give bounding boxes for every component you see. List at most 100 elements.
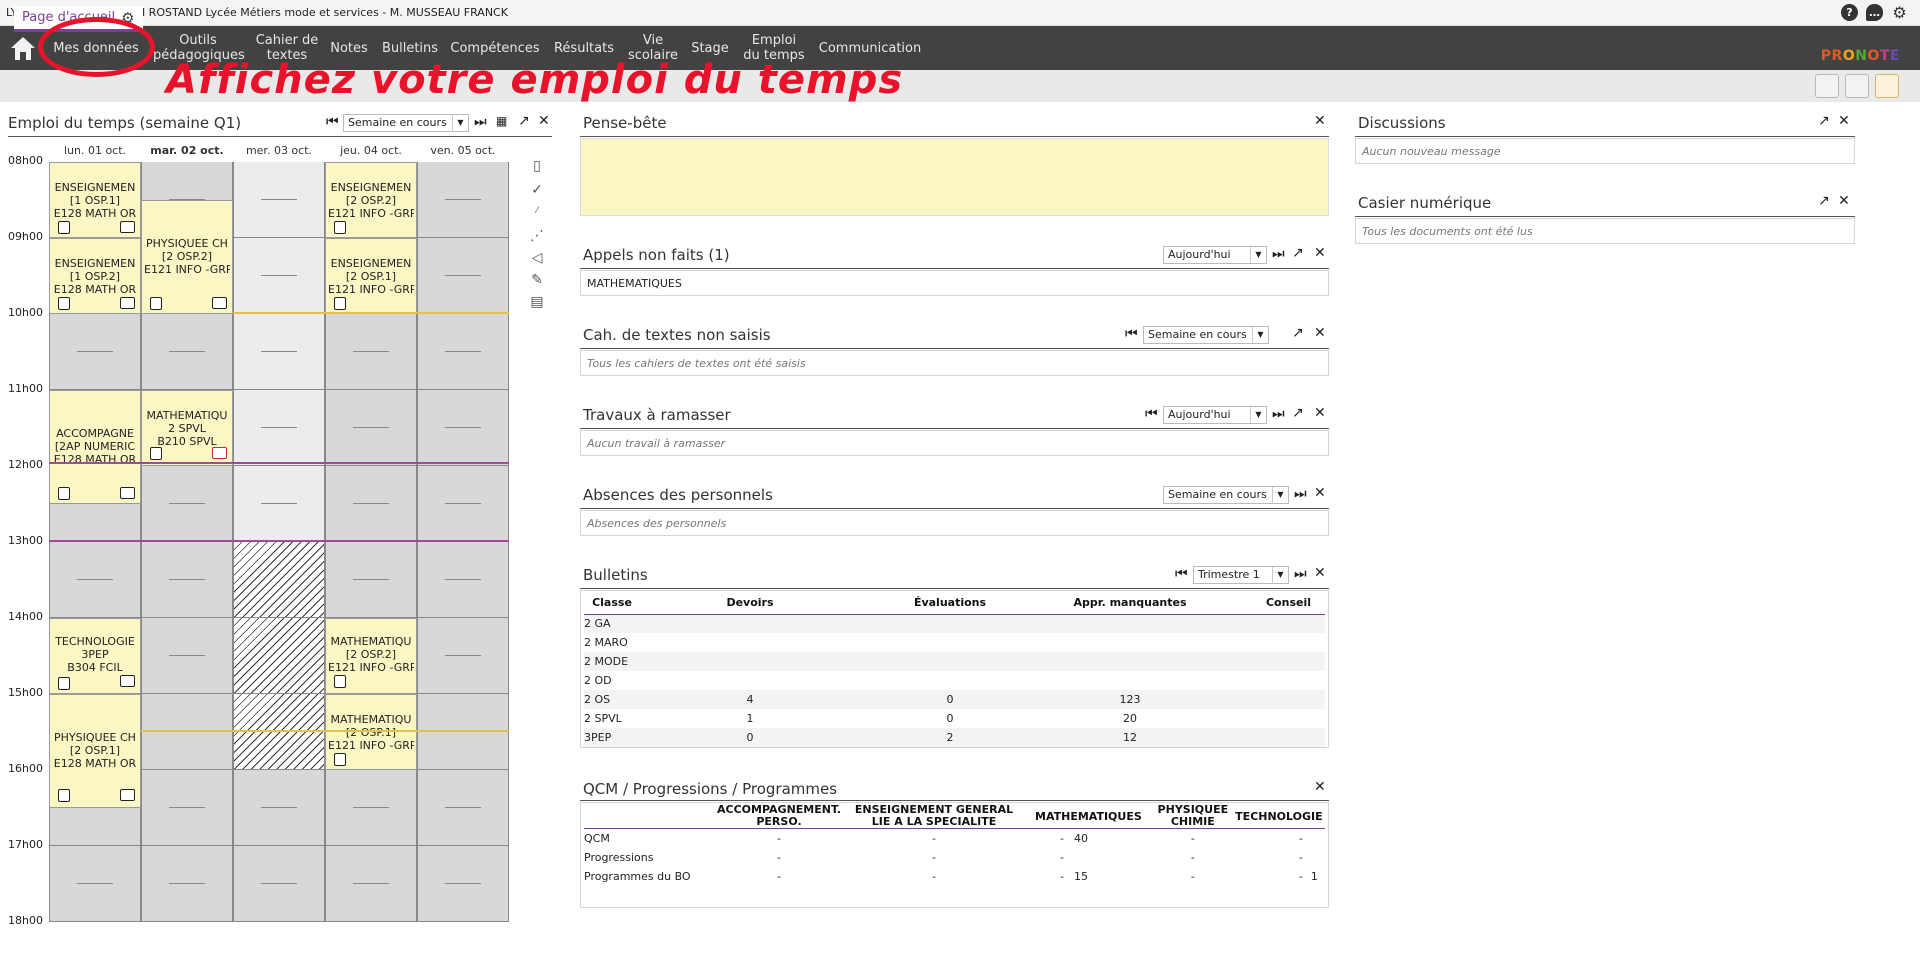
week-select[interactable]: Semaine en cours ▼ bbox=[343, 114, 469, 132]
time-slot[interactable] bbox=[142, 846, 232, 922]
time-slot[interactable] bbox=[234, 542, 324, 618]
help-icon[interactable]: ? bbox=[1841, 4, 1858, 21]
link-tool-icon[interactable]: ⋰ bbox=[528, 228, 546, 244]
close-icon[interactable]: ✕ bbox=[1314, 113, 1326, 129]
label-tool-icon[interactable]: ◁ bbox=[528, 250, 546, 266]
time-slot[interactable] bbox=[418, 390, 508, 466]
time-slot[interactable] bbox=[142, 694, 232, 770]
time-slot[interactable] bbox=[234, 390, 324, 466]
time-slot[interactable] bbox=[234, 466, 324, 542]
cahiers-week-select[interactable]: Semaine en cours ▼ bbox=[1143, 326, 1269, 344]
course-card[interactable]: MATHEMATIQU [2 OSP.1] E121 INFO -GRP bbox=[325, 694, 417, 770]
document-tool-icon[interactable]: ▯ bbox=[528, 158, 546, 174]
time-slot[interactable] bbox=[142, 542, 232, 618]
edit-tool-icon[interactable]: ✎ bbox=[528, 272, 546, 288]
close-icon[interactable]: ✕ bbox=[1838, 113, 1850, 129]
document-icon[interactable] bbox=[334, 221, 346, 234]
time-slot[interactable] bbox=[234, 162, 324, 238]
close-icon[interactable]: ✕ bbox=[1314, 325, 1326, 341]
time-slot[interactable] bbox=[142, 314, 232, 390]
save-icon[interactable] bbox=[1815, 74, 1839, 98]
bulletins-term-select[interactable]: Trimestre 1 ▼ bbox=[1193, 566, 1289, 584]
course-card[interactable]: TECHNOLOGIE 3PEP B304 FCIL bbox=[49, 618, 141, 694]
document-icon[interactable] bbox=[150, 447, 162, 460]
time-slot[interactable] bbox=[418, 466, 508, 542]
table-row[interactable]: 2 SPVL 1 0 20 bbox=[584, 709, 1325, 728]
homework-icon[interactable] bbox=[120, 221, 135, 233]
comment-tool-icon[interactable]: ✓ bbox=[528, 182, 546, 198]
appels-day-select[interactable]: Aujourd'hui ▼ bbox=[1163, 246, 1267, 264]
time-slot[interactable] bbox=[234, 770, 324, 846]
time-slot[interactable] bbox=[234, 314, 324, 390]
course-card[interactable]: ENSEIGNEMEN [1 OSP.1] E128 MATH OR bbox=[49, 162, 141, 238]
homework-icon[interactable] bbox=[212, 297, 227, 309]
document-icon[interactable] bbox=[58, 789, 70, 802]
course-card[interactable]: MATHEMATIQU 2 SPVL B210 SPVL bbox=[141, 390, 233, 466]
expand-icon[interactable]: ↗ bbox=[1292, 405, 1304, 421]
time-slot[interactable] bbox=[326, 314, 416, 390]
grade-tool-icon[interactable]: ⁄ bbox=[528, 206, 546, 222]
homework-icon[interactable] bbox=[120, 297, 135, 309]
table-row[interactable]: 2 MARO bbox=[584, 633, 1325, 652]
time-slot[interactable] bbox=[142, 618, 232, 694]
next-week-button[interactable]: ⏭ bbox=[474, 114, 487, 130]
expand-icon[interactable]: ↗ bbox=[1292, 245, 1304, 261]
close-icon[interactable]: ✕ bbox=[1314, 405, 1326, 421]
next-day-button[interactable]: ⏭ bbox=[1272, 406, 1285, 422]
home-icon[interactable] bbox=[8, 34, 38, 62]
time-slot[interactable] bbox=[418, 618, 508, 694]
print-tool-icon[interactable]: ▤ bbox=[528, 294, 546, 310]
time-slot[interactable] bbox=[50, 542, 140, 618]
previous-day-button[interactable]: ⏮ bbox=[1145, 406, 1158, 422]
document-icon[interactable] bbox=[334, 297, 346, 310]
course-card[interactable]: ENSEIGNEMEN [2 OSP.2] E121 INFO -GRP bbox=[325, 162, 417, 238]
travaux-day-select[interactable]: Aujourd'hui ▼ bbox=[1163, 406, 1267, 424]
time-slot[interactable] bbox=[326, 846, 416, 922]
close-icon[interactable]: ✕ bbox=[1314, 485, 1326, 501]
document-icon[interactable] bbox=[58, 487, 70, 500]
time-slot[interactable] bbox=[142, 770, 232, 846]
course-card[interactable]: ENSEIGNEMEN [1 OSP.2] E128 MATH OR bbox=[49, 238, 141, 314]
time-slot[interactable] bbox=[418, 846, 508, 922]
chat-icon[interactable]: … bbox=[1866, 4, 1883, 21]
time-slot[interactable] bbox=[418, 770, 508, 846]
time-slot[interactable] bbox=[418, 694, 508, 770]
expand-icon[interactable]: ↗ bbox=[1292, 325, 1304, 341]
expand-icon[interactable]: ↗ bbox=[518, 113, 530, 129]
table-row[interactable]: 3PEP 0 2 12 bbox=[584, 728, 1325, 747]
close-icon[interactable]: ✕ bbox=[1314, 779, 1326, 795]
close-icon[interactable]: ✕ bbox=[1838, 193, 1850, 209]
print-icon[interactable] bbox=[1845, 74, 1869, 98]
table-settings-icon[interactable]: ▦ bbox=[496, 114, 507, 128]
previous-term-button[interactable]: ⏮ bbox=[1175, 566, 1188, 582]
appels-item[interactable]: MATHEMATIQUES bbox=[580, 270, 1329, 296]
homework-icon[interactable] bbox=[120, 675, 135, 687]
course-card[interactable]: PHYSIQUEE CH [2 OSP.2] E121 INFO -GRP bbox=[141, 200, 233, 314]
time-slot[interactable] bbox=[418, 162, 508, 238]
homework-icon[interactable] bbox=[120, 487, 135, 499]
table-row[interactable]: 2 MODE bbox=[584, 652, 1325, 671]
time-slot[interactable] bbox=[418, 542, 508, 618]
time-slot[interactable] bbox=[326, 542, 416, 618]
close-icon[interactable]: ✕ bbox=[1314, 245, 1326, 261]
expand-icon[interactable]: ↗ bbox=[1818, 113, 1830, 129]
table-row[interactable]: 2 GA bbox=[584, 614, 1325, 633]
document-icon[interactable] bbox=[150, 297, 162, 310]
expand-icon[interactable]: ↗ bbox=[1818, 193, 1830, 209]
document-icon[interactable] bbox=[334, 675, 346, 688]
time-slot[interactable] bbox=[418, 314, 508, 390]
previous-week-button[interactable]: ⏮ bbox=[1125, 326, 1138, 342]
time-slot[interactable] bbox=[234, 618, 324, 694]
mail-icon[interactable] bbox=[1875, 74, 1899, 98]
document-icon[interactable] bbox=[58, 677, 70, 690]
time-slot[interactable] bbox=[418, 238, 508, 314]
course-card[interactable]: ACCOMPAGNE [2AP NUMERIC E128 MATH OR bbox=[49, 390, 141, 504]
table-row[interactable]: 2 OS 4 0 123 bbox=[584, 690, 1325, 709]
homework-icon[interactable] bbox=[120, 789, 135, 801]
time-slot[interactable] bbox=[234, 694, 324, 770]
close-icon[interactable]: ✕ bbox=[1314, 565, 1326, 581]
table-row[interactable]: Programmes du BO - - -15- -1 bbox=[584, 867, 1325, 886]
gear-icon[interactable]: ⚙ bbox=[1891, 4, 1908, 21]
previous-week-button[interactable]: ⏮ bbox=[326, 114, 339, 130]
table-row[interactable]: QCM - - -40- - bbox=[584, 829, 1325, 848]
